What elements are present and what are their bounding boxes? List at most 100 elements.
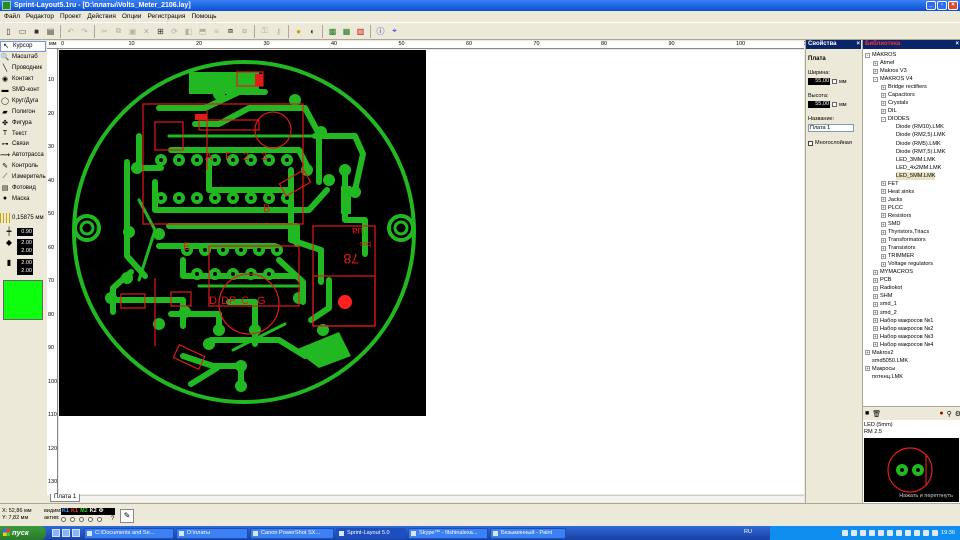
- tray-icon[interactable]: [914, 530, 920, 536]
- filter-icon[interactable]: ⚲: [947, 410, 952, 418]
- close-icon[interactable]: ×: [955, 40, 959, 49]
- smd-size-spinner[interactable]: ▮ 2.00: [4, 258, 33, 267]
- expand-icon[interactable]: +: [873, 277, 878, 283]
- expand-icon[interactable]: +: [873, 68, 878, 74]
- start-button[interactable]: пуск: [0, 526, 46, 540]
- unit-spin-icon[interactable]: [832, 102, 837, 107]
- track-width-spinner[interactable]: ┿ 0.90: [4, 227, 33, 236]
- library-item[interactable]: + FET: [863, 180, 960, 188]
- trash-icon[interactable]: 🗑: [872, 410, 881, 418]
- tool-text[interactable]: T Текст: [0, 128, 46, 139]
- library-item[interactable]: + Transformators: [863, 236, 960, 244]
- width-field[interactable]: 55,00 мм: [808, 78, 861, 85]
- expand-icon[interactable]: +: [881, 261, 886, 267]
- horizontal-scrollbar[interactable]: [80, 495, 804, 502]
- delete-icon[interactable]: ✕: [140, 25, 153, 38]
- library-item[interactable]: + Heat sinks: [863, 188, 960, 196]
- tool-measure[interactable]: ⟋ Измеритель: [0, 172, 46, 183]
- menu-options[interactable]: Опции: [122, 11, 142, 22]
- library-item[interactable]: + Atmel: [863, 59, 960, 67]
- layer-radio[interactable]: [88, 517, 93, 522]
- library-item[interactable]: + Thyristors,Triacs: [863, 228, 960, 236]
- expand-icon[interactable]: +: [865, 350, 870, 356]
- taskbar-button[interactable]: Canon PowerShot SX...: [250, 527, 334, 539]
- transparency-icon[interactable]: ◐: [306, 25, 319, 38]
- mirror-v-icon[interactable]: ⬒: [196, 25, 209, 38]
- pad-inner-value[interactable]: 2.00: [17, 247, 33, 255]
- layer-radio[interactable]: [61, 517, 66, 522]
- library-item[interactable]: - DIODES: [863, 115, 960, 123]
- maximize-button[interactable]: ▫: [937, 1, 947, 10]
- tray-icon[interactable]: [869, 530, 875, 536]
- help-icon[interactable]: ?: [111, 516, 114, 522]
- expand-icon[interactable]: +: [873, 60, 878, 66]
- library-item[interactable]: Diode (RM5).LMK: [863, 140, 960, 148]
- save-icon[interactable]: ■: [865, 410, 869, 417]
- library-item[interactable]: + PLCC: [863, 204, 960, 212]
- tool-pad[interactable]: ◉ Контакт: [0, 74, 46, 85]
- smd-height-spinner[interactable]: 2.00: [17, 267, 33, 275]
- tool-circle[interactable]: ◯ Круг/Дуга: [0, 95, 46, 106]
- pcb-canvas[interactable]: A F 2 3 B E D DP C G 78 ua bus: [59, 50, 804, 494]
- library-item[interactable]: Diode (RM10).LMK: [863, 123, 960, 131]
- library-item[interactable]: - MAKROS V4: [863, 75, 960, 83]
- ungroup-icon[interactable]: ⧇: [238, 25, 251, 38]
- library-item[interactable]: smd5050.LMK: [863, 357, 960, 365]
- expand-icon[interactable]: +: [881, 229, 886, 235]
- tool-check[interactable]: ✎ Контроль: [0, 161, 46, 172]
- active-layer-radios[interactable]: [61, 517, 102, 522]
- expand-icon[interactable]: +: [873, 293, 878, 299]
- layer-radio[interactable]: [97, 517, 102, 522]
- expand-icon[interactable]: +: [865, 366, 870, 372]
- grid-icon[interactable]: ▥: [354, 25, 367, 38]
- paste-icon[interactable]: ▣: [126, 25, 139, 38]
- expand-icon[interactable]: +: [873, 310, 878, 316]
- library-item[interactable]: + SMD: [863, 220, 960, 228]
- rotate-icon[interactable]: ⟳: [168, 25, 181, 38]
- sheet-tab[interactable]: Плата 1: [50, 494, 81, 502]
- library-item[interactable]: + Voltage regulators: [863, 260, 960, 268]
- close-icon[interactable]: ×: [856, 40, 860, 49]
- library-item[interactable]: + Набор макросов №2: [863, 325, 960, 333]
- tool-zoom[interactable]: 🔍 Масштаб: [0, 52, 46, 63]
- library-item[interactable]: LED_4x2MM.LMK: [863, 164, 960, 172]
- zoom-icon[interactable]: ●: [292, 25, 305, 38]
- tool-autoroute[interactable]: ⟿ Автотрасса: [0, 150, 46, 161]
- tool-photo-view[interactable]: ▤ Фотовид: [0, 183, 46, 194]
- layer-visibility[interactable]: K1 K1 M2 K2 Ф: [61, 508, 115, 515]
- expand-icon[interactable]: +: [873, 334, 878, 340]
- expand-icon[interactable]: +: [881, 237, 886, 243]
- minimize-button[interactable]: _: [926, 1, 936, 10]
- expand-icon[interactable]: +: [881, 245, 886, 251]
- library-item[interactable]: + Radiokot: [863, 284, 960, 292]
- expand-icon[interactable]: +: [873, 301, 878, 307]
- expand-icon[interactable]: +: [881, 189, 886, 195]
- collapse-icon[interactable]: -: [873, 76, 878, 82]
- menu-help[interactable]: Помощь: [191, 11, 216, 22]
- undo-icon[interactable]: ↶: [64, 25, 77, 38]
- library-item[interactable]: + Makros2: [863, 349, 960, 357]
- print-icon[interactable]: ▤: [44, 25, 57, 38]
- name-field[interactable]: Плата 1: [808, 124, 854, 132]
- tray-icon[interactable]: [932, 530, 938, 536]
- library-item[interactable]: + MYMACROS: [863, 268, 960, 276]
- taskbar-button[interactable]: Skype™ - filshinalexa...: [408, 527, 488, 539]
- menu-edit[interactable]: Редактор: [26, 11, 54, 22]
- menu-file[interactable]: Файл: [4, 11, 20, 22]
- layer-toggle[interactable]: Ф: [99, 508, 104, 515]
- record-icon[interactable]: ●: [939, 410, 943, 417]
- lock-icon[interactable]: ⚿: [258, 25, 271, 38]
- mirror-h-icon[interactable]: ◧: [182, 25, 195, 38]
- expand-icon[interactable]: +: [881, 253, 886, 259]
- library-item[interactable]: + smd_1: [863, 300, 960, 308]
- tool-track[interactable]: ╲ Проводник: [0, 63, 46, 74]
- layer-radio[interactable]: [79, 517, 84, 522]
- tray-icon[interactable]: [923, 530, 929, 536]
- library-item[interactable]: Diode (RM2,5).LMK: [863, 131, 960, 139]
- library-item[interactable]: + Набор макросов №4: [863, 341, 960, 349]
- scanner-icon[interactable]: ⌖: [388, 25, 401, 38]
- library-item[interactable]: LED_5MM.LMK: [863, 171, 960, 180]
- library-item[interactable]: + Набор макросов №1: [863, 317, 960, 325]
- pad-outer-value[interactable]: 2.00: [17, 238, 33, 247]
- layer-icon[interactable]: ▦: [340, 25, 353, 38]
